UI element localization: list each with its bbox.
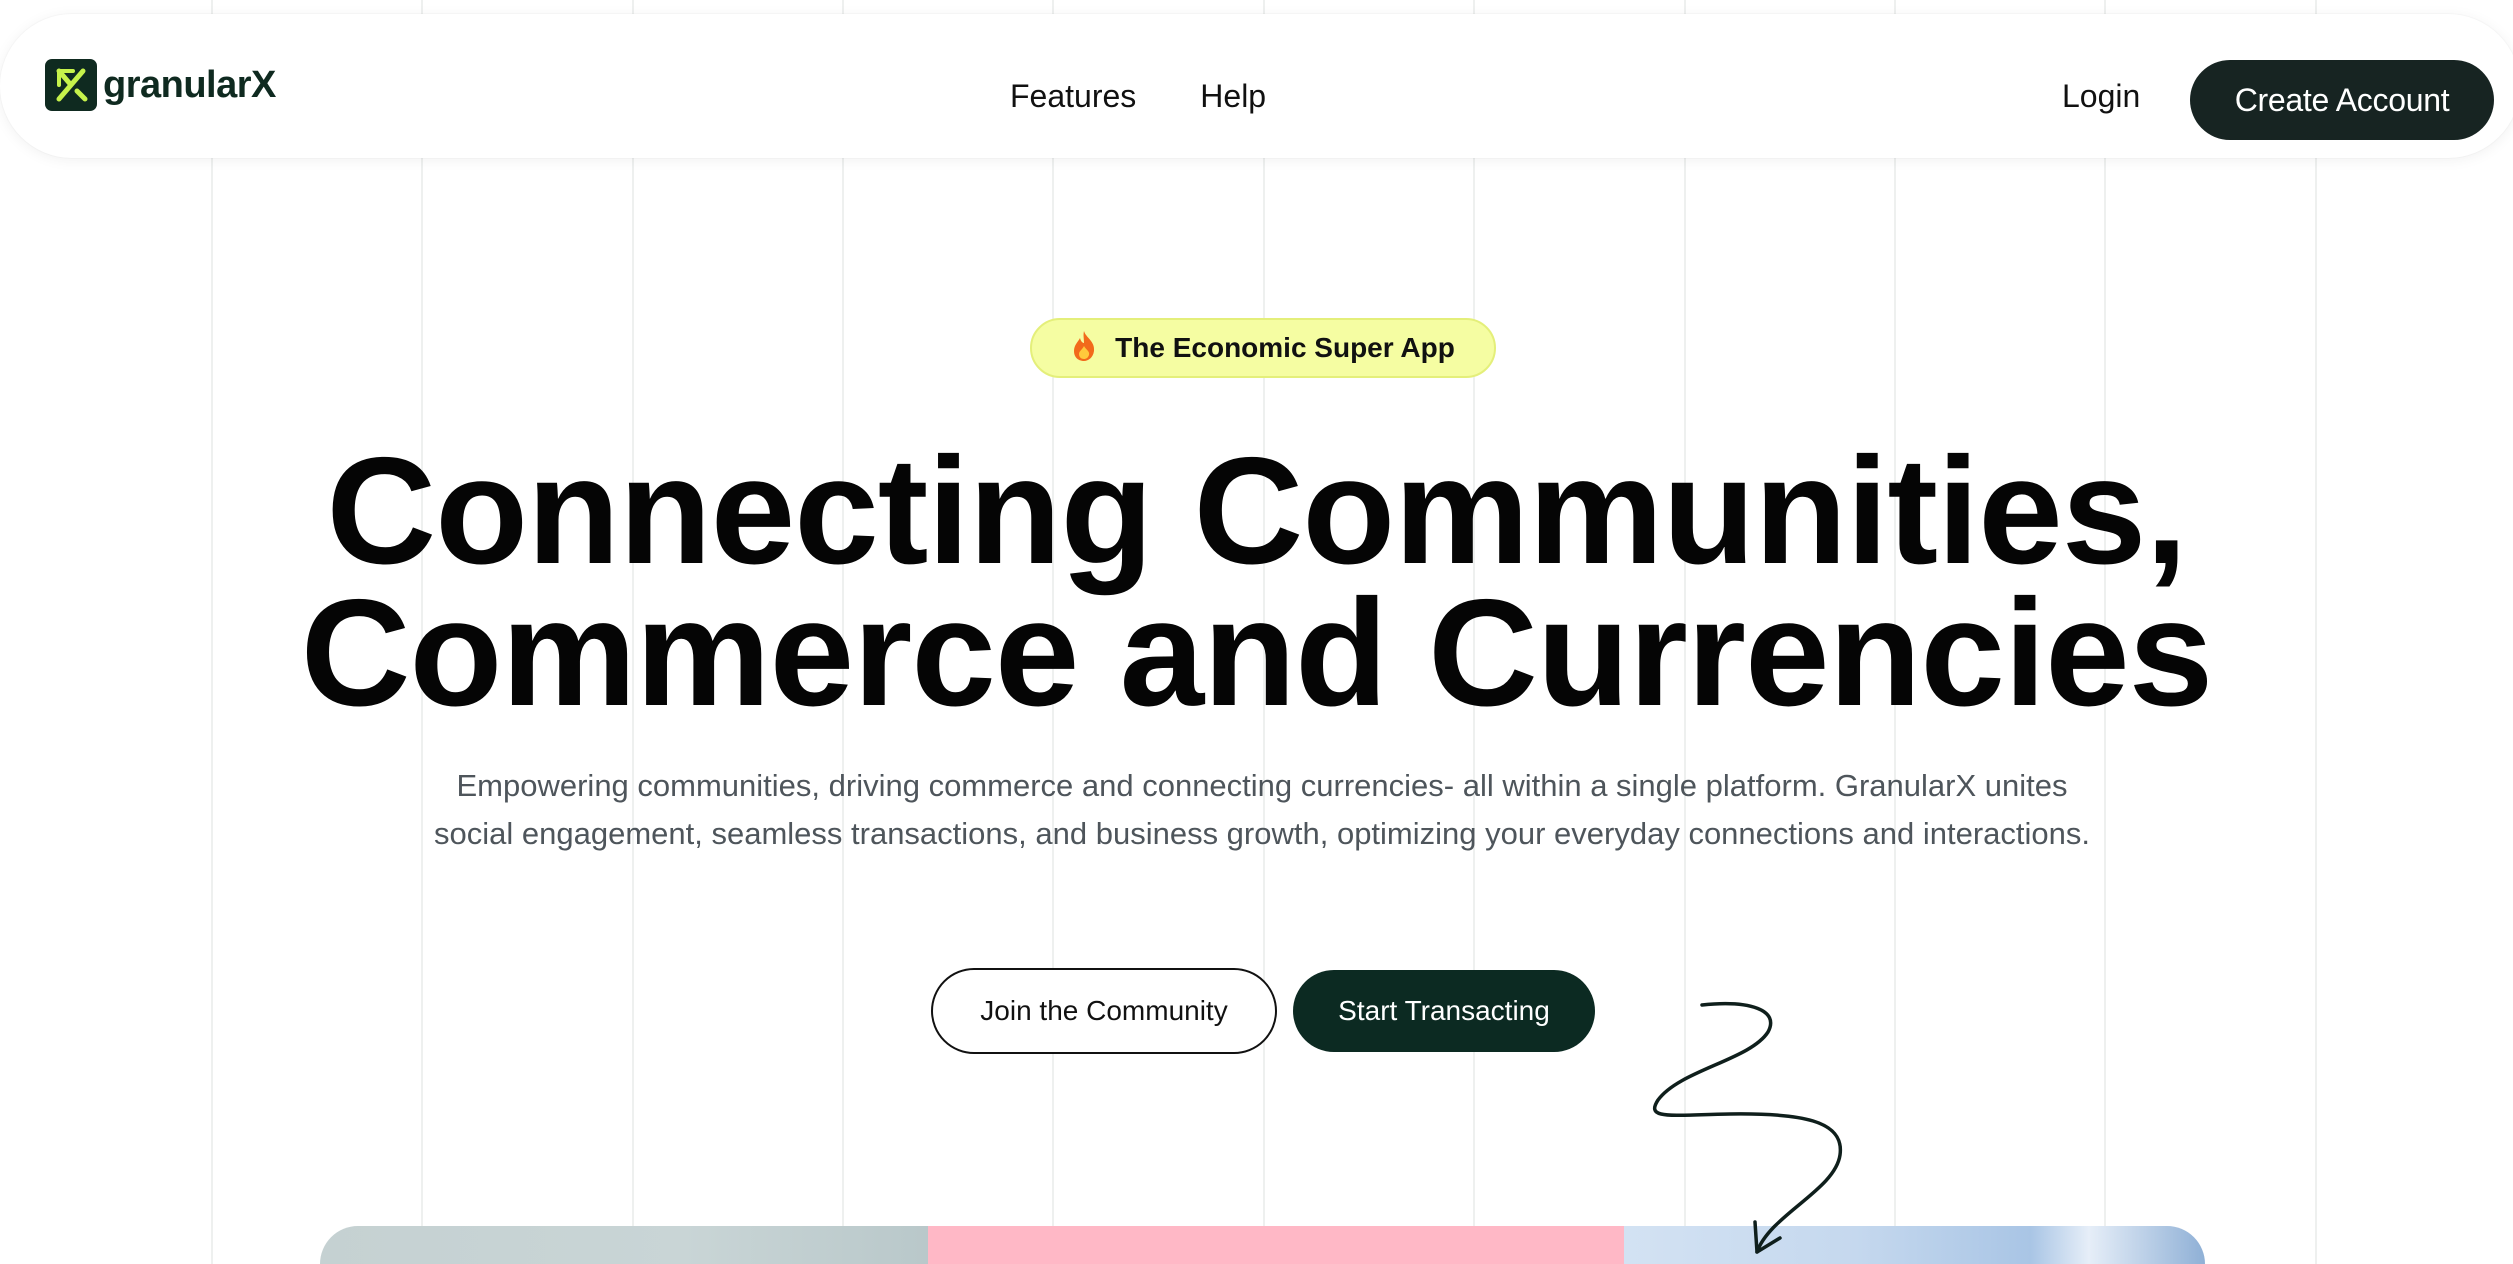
squiggle-arrow-icon — [1652, 1001, 1843, 1254]
nav-link-help[interactable]: Help — [1200, 78, 1266, 115]
join-community-button[interactable]: Join the Community — [931, 968, 1277, 1054]
granularx-logo-icon — [45, 59, 97, 111]
main-nav: Features Help — [1010, 78, 1266, 115]
start-transacting-button[interactable]: Start Transacting — [1293, 970, 1595, 1052]
hero-image-center — [928, 1226, 1624, 1264]
login-link[interactable]: Login — [2062, 78, 2140, 115]
fire-icon — [1071, 330, 1097, 367]
badge-label: The Economic Super App — [1115, 332, 1455, 363]
hero-image-left — [320, 1226, 928, 1264]
nav-link-features[interactable]: Features — [1010, 78, 1136, 115]
top-navbar: granularX Features Help Login Create Acc… — [0, 14, 2513, 158]
create-account-button[interactable]: Create Account — [2190, 60, 2494, 140]
brand-logo[interactable]: granularX — [45, 59, 276, 111]
hero-description: Empowering communities, driving commerce… — [434, 768, 2090, 851]
hero-image-strip — [320, 1226, 2205, 1264]
hero-badge: The Economic Super App — [1030, 318, 1496, 378]
hero-headline: Connecting Communities, Commerce and Cur… — [0, 435, 2513, 729]
brand-name: granularX — [103, 63, 276, 106]
headline-line-2: Commerce and Currencies — [300, 568, 2214, 738]
